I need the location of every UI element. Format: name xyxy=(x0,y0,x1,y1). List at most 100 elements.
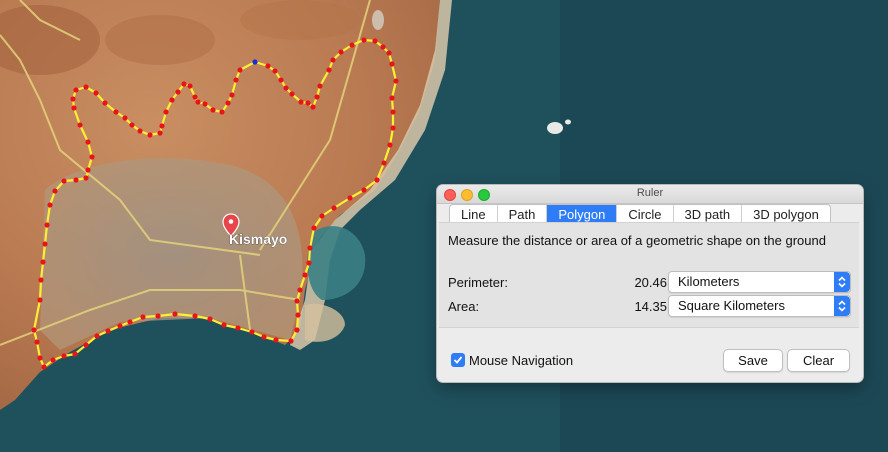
vertex-marker[interactable] xyxy=(389,61,395,67)
vertex-marker[interactable] xyxy=(140,314,146,320)
vertex-marker[interactable] xyxy=(261,334,267,340)
vertex-marker[interactable] xyxy=(172,311,178,317)
vertex-marker[interactable] xyxy=(77,122,83,128)
vertex-marker[interactable] xyxy=(147,132,153,138)
vertex-marker[interactable] xyxy=(393,78,399,84)
vertex-marker[interactable] xyxy=(390,125,396,131)
vertex-marker[interactable] xyxy=(265,63,271,69)
vertex-marker[interactable] xyxy=(338,49,344,55)
window-titlebar[interactable]: Ruler xyxy=(437,185,863,204)
vertex-marker[interactable] xyxy=(73,87,79,93)
vertex-marker[interactable] xyxy=(89,154,95,160)
vertex-marker[interactable] xyxy=(314,94,320,100)
vertex-marker[interactable] xyxy=(42,241,48,247)
vertex-marker[interactable] xyxy=(302,272,308,278)
vertex-marker[interactable] xyxy=(181,81,187,87)
vertex-marker[interactable] xyxy=(38,277,44,283)
vertex-marker[interactable] xyxy=(41,364,47,370)
area-unit-select[interactable]: Square Kilometers xyxy=(668,295,851,317)
vertex-marker[interactable] xyxy=(249,329,255,335)
vertex-marker[interactable] xyxy=(122,115,128,121)
vertex-marker[interactable] xyxy=(105,328,111,334)
vertex-marker[interactable] xyxy=(50,357,56,363)
perimeter-unit-select[interactable]: Kilometers xyxy=(668,271,851,293)
vertex-marker[interactable] xyxy=(387,142,393,148)
vertex-marker[interactable] xyxy=(229,92,235,98)
chevron-updown-icon[interactable] xyxy=(834,272,850,292)
vertex-marker[interactable] xyxy=(52,188,58,194)
selected-vertex-marker[interactable] xyxy=(252,59,258,65)
vertex-marker[interactable] xyxy=(298,99,304,105)
vertex-marker[interactable] xyxy=(175,89,181,95)
vertex-marker[interactable] xyxy=(221,322,227,328)
vertex-marker[interactable] xyxy=(93,90,99,96)
vertex-marker[interactable] xyxy=(157,130,163,136)
vertex-marker[interactable] xyxy=(155,313,161,319)
vertex-marker[interactable] xyxy=(210,107,216,113)
vertex-marker[interactable] xyxy=(295,312,301,318)
vertex-marker[interactable] xyxy=(37,355,43,361)
vertex-marker[interactable] xyxy=(381,160,387,166)
vertex-marker[interactable] xyxy=(159,123,165,129)
vertex-marker[interactable] xyxy=(31,327,37,333)
vertex-marker[interactable] xyxy=(83,342,89,348)
vertex-marker[interactable] xyxy=(390,109,396,115)
vertex-marker[interactable] xyxy=(61,178,67,184)
vertex-marker[interactable] xyxy=(361,37,367,43)
vertex-marker[interactable] xyxy=(319,213,325,219)
vertex-marker[interactable] xyxy=(307,245,313,251)
vertex-marker[interactable] xyxy=(235,325,241,331)
ruler-window[interactable]: Ruler Line Path Polygon Circle 3D path 3… xyxy=(437,185,863,382)
vertex-marker[interactable] xyxy=(94,333,100,339)
vertex-marker[interactable] xyxy=(330,57,336,63)
vertex-marker[interactable] xyxy=(310,104,316,110)
vertex-marker[interactable] xyxy=(294,298,300,304)
vertex-marker[interactable] xyxy=(361,187,367,193)
vertex-marker[interactable] xyxy=(83,84,89,90)
vertex-marker[interactable] xyxy=(71,105,77,111)
vertex-marker[interactable] xyxy=(272,68,278,74)
mouse-navigation-label[interactable]: Mouse Navigation xyxy=(469,353,573,368)
vertex-marker[interactable] xyxy=(72,351,78,357)
vertex-marker[interactable] xyxy=(273,337,279,343)
vertex-marker[interactable] xyxy=(326,67,332,73)
vertex-marker[interactable] xyxy=(331,205,337,211)
mouse-navigation-checkbox[interactable] xyxy=(451,353,465,367)
vertex-marker[interactable] xyxy=(202,101,208,107)
vertex-marker[interactable] xyxy=(83,175,89,181)
vertex-marker[interactable] xyxy=(163,109,169,115)
vertex-marker[interactable] xyxy=(219,109,225,115)
vertex-marker[interactable] xyxy=(349,42,355,48)
vertex-marker[interactable] xyxy=(70,96,76,102)
vertex-marker[interactable] xyxy=(389,95,395,101)
vertex-marker[interactable] xyxy=(73,177,79,183)
vertex-marker[interactable] xyxy=(317,83,323,89)
vertex-marker[interactable] xyxy=(129,122,135,128)
vertex-marker[interactable] xyxy=(117,323,123,329)
vertex-marker[interactable] xyxy=(283,85,289,91)
vertex-marker[interactable] xyxy=(306,260,312,266)
vertex-marker[interactable] xyxy=(187,83,193,89)
vertex-marker[interactable] xyxy=(288,338,294,344)
vertex-marker[interactable] xyxy=(311,225,317,231)
vertex-marker[interactable] xyxy=(225,100,231,106)
save-button[interactable]: Save xyxy=(723,349,783,372)
vertex-marker[interactable] xyxy=(380,44,386,50)
vertex-marker[interactable] xyxy=(37,297,43,303)
vertex-marker[interactable] xyxy=(372,38,378,44)
vertex-marker[interactable] xyxy=(237,67,243,73)
vertex-marker[interactable] xyxy=(207,316,213,322)
vertex-marker[interactable] xyxy=(374,177,380,183)
vertex-marker[interactable] xyxy=(195,99,201,105)
clear-button[interactable]: Clear xyxy=(787,349,850,372)
vertex-marker[interactable] xyxy=(192,94,198,100)
vertex-marker[interactable] xyxy=(297,287,303,293)
vertex-marker[interactable] xyxy=(305,100,311,106)
vertex-marker[interactable] xyxy=(113,109,119,115)
vertex-marker[interactable] xyxy=(347,195,353,201)
vertex-marker[interactable] xyxy=(294,327,300,333)
vertex-marker[interactable] xyxy=(102,100,108,106)
vertex-marker[interactable] xyxy=(47,202,53,208)
vertex-marker[interactable] xyxy=(169,97,175,103)
vertex-marker[interactable] xyxy=(289,91,295,97)
